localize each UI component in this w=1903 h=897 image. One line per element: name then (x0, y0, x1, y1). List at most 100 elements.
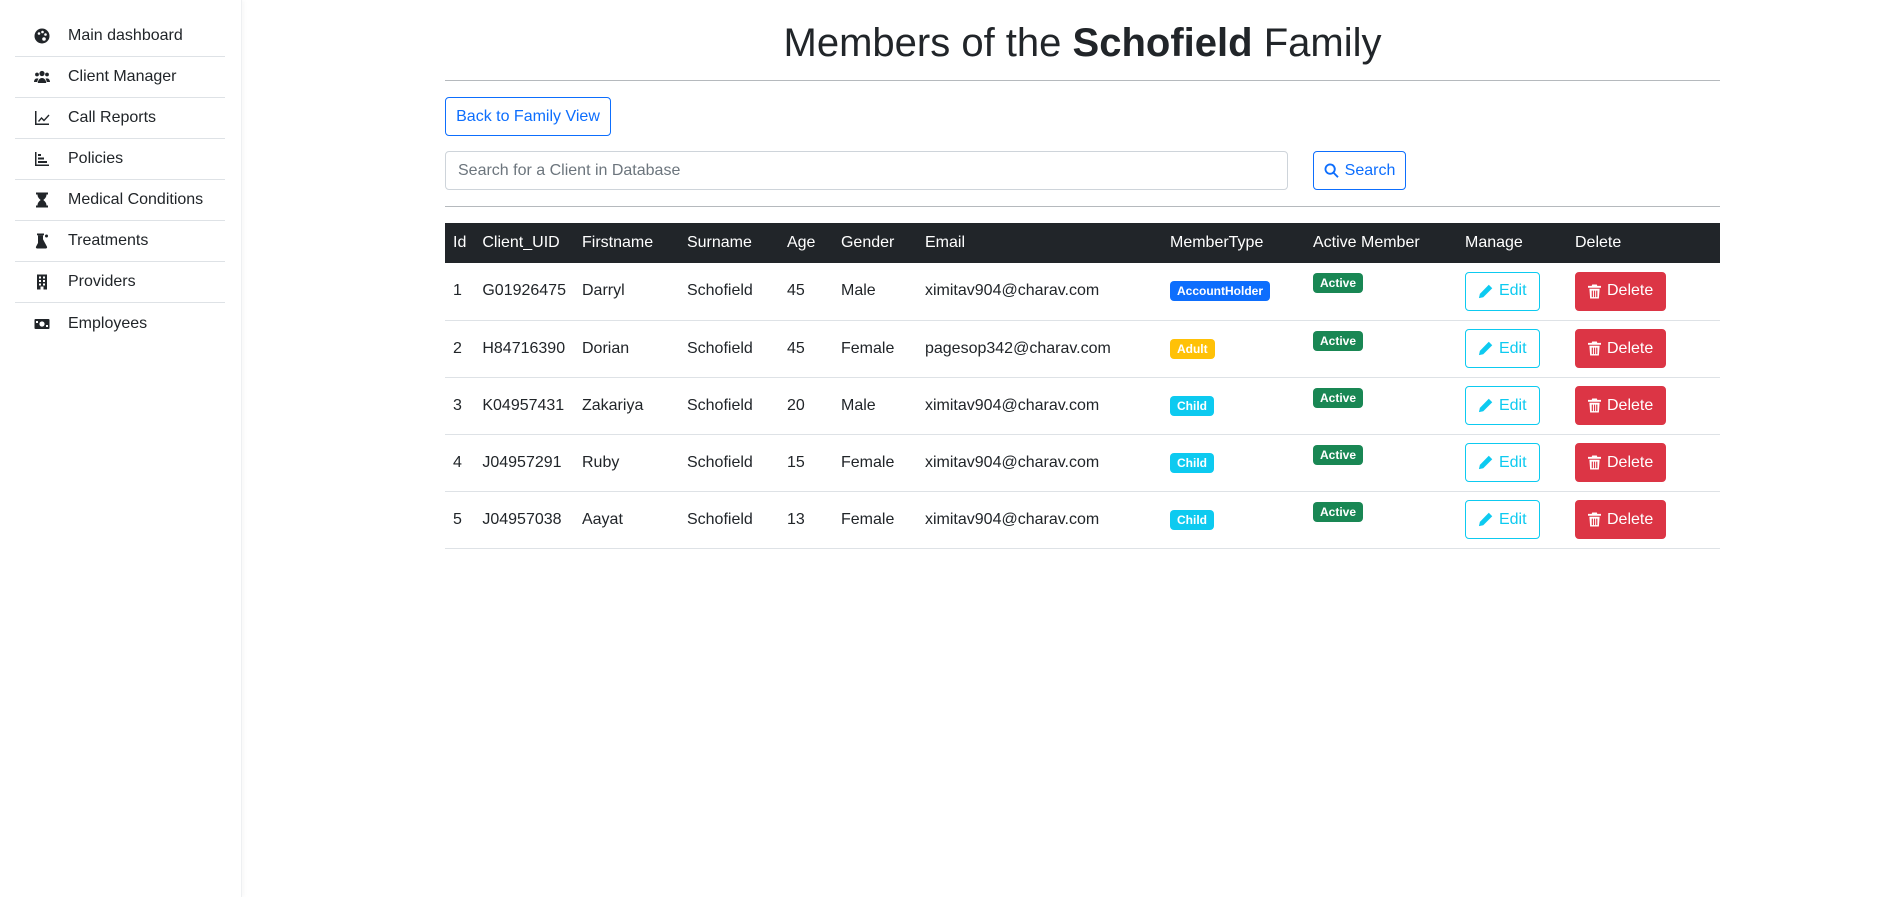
cell-email: pagesop342@charav.com (916, 320, 1162, 378)
table-row: 5 J04957038 Aayat Schofield 13 Female xi… (445, 491, 1720, 549)
users-icon (33, 68, 51, 86)
edit-button-label: Edit (1498, 510, 1527, 528)
table-row: 4 J04957291 Ruby Schofield 15 Female xim… (445, 434, 1720, 492)
cell-gender: Male (832, 377, 917, 435)
sidebar-item-call-reports[interactable]: Call Reports (15, 98, 225, 139)
cell-client-uid: K04957431 (474, 377, 574, 435)
trash-icon (1587, 284, 1601, 299)
members-table: Id Client_UID Firstname Surname Age Gend… (445, 223, 1720, 549)
table-row: 3 K04957431 Zakariya Schofield 20 Male x… (445, 377, 1720, 435)
edit-button[interactable]: Edit (1464, 500, 1540, 539)
edit-button[interactable]: Edit (1464, 386, 1540, 425)
page-title: Members of the Schofield Family (445, 20, 1720, 66)
sidebar: Main dashboard Client Manager Call Repor… (0, 0, 242, 897)
trash-icon (1587, 398, 1601, 413)
sidebar-item-label: Policies (68, 150, 124, 167)
delete-button[interactable]: Delete (1574, 386, 1667, 425)
cell-age: 45 (778, 320, 833, 378)
cell-client-uid: H84716390 (474, 320, 574, 378)
member-type-badge: Child (1169, 395, 1214, 416)
cell-email: ximitav904@charav.com (916, 263, 1162, 321)
cell-gender: Female (832, 491, 917, 549)
delete-button-label: Delete (1606, 339, 1654, 357)
column-header-active-member: Active Member (1312, 234, 1420, 251)
delete-button[interactable]: Delete (1574, 329, 1667, 368)
sidebar-item-treatments[interactable]: Treatments (15, 221, 225, 262)
trash-icon (1587, 512, 1601, 527)
sidebar-item-employees[interactable]: Employees (15, 303, 225, 344)
column-header-delete: Delete (1574, 234, 1622, 251)
cell-manage: Edit (1456, 491, 1567, 549)
sidebar-item-providers[interactable]: Providers (15, 262, 225, 303)
delete-button-label: Delete (1606, 510, 1654, 528)
delete-button-label: Delete (1606, 396, 1654, 414)
cell-id: 1 (445, 263, 475, 321)
flask-icon (33, 232, 51, 250)
cell-delete: Delete (1566, 320, 1720, 378)
sidebar-item-medical-conditions[interactable]: Medical Conditions (15, 180, 225, 221)
pencil-icon (1478, 284, 1493, 298)
cell-firstname: Dorian (573, 320, 679, 378)
search-button[interactable]: Search (1313, 151, 1406, 190)
delete-button[interactable]: Delete (1574, 500, 1667, 539)
sidebar-item-client-manager[interactable]: Client Manager (15, 57, 225, 98)
cell-firstname: Zakariya (573, 377, 679, 435)
edit-button-label: Edit (1498, 282, 1527, 300)
cell-member-type: Adult (1161, 320, 1305, 378)
divider (445, 80, 1720, 81)
search-icon (1324, 163, 1339, 178)
cell-active-member: Active (1304, 263, 1457, 321)
member-type-badge: AccountHolder (1169, 281, 1270, 302)
cell-id: 4 (445, 434, 475, 492)
sidebar-item-main-dashboard[interactable]: Main dashboard (15, 16, 225, 57)
sidebar-item-label: Treatments (68, 232, 149, 249)
pencil-icon (1478, 455, 1493, 470)
column-header-id: Id (453, 234, 467, 251)
edit-button[interactable]: Edit (1464, 329, 1540, 368)
hourglass-icon (33, 191, 51, 209)
cell-manage: Edit (1456, 320, 1567, 378)
cell-delete: Delete (1566, 263, 1720, 321)
cell-email: ximitav904@charav.com (916, 434, 1162, 492)
cell-age: 20 (778, 377, 833, 435)
cell-email: ximitav904@charav.com (916, 377, 1162, 435)
active-badge: Active (1312, 330, 1364, 351)
pencil-icon (1478, 398, 1493, 413)
cell-client-uid: J04957291 (474, 434, 574, 492)
sidebar-item-label: Main dashboard (68, 27, 183, 44)
cell-delete: Delete (1566, 377, 1720, 435)
column-header-surname: Surname (686, 234, 752, 251)
money-bill-icon (33, 315, 51, 333)
column-header-manage: Manage (1464, 234, 1523, 251)
cell-surname: Schofield (678, 320, 779, 378)
cell-member-type: AccountHolder (1161, 263, 1305, 321)
cell-firstname: Ruby (573, 434, 679, 492)
sidebar-item-policies[interactable]: Policies (15, 139, 225, 180)
edit-button[interactable]: Edit (1464, 271, 1540, 311)
cell-email: ximitav904@charav.com (916, 491, 1162, 549)
cell-firstname: Darryl (573, 263, 679, 321)
palette-icon (33, 27, 51, 45)
member-type-badge: Adult (1169, 338, 1215, 359)
cell-member-type: Child (1161, 491, 1305, 549)
bar-chart-icon (33, 150, 51, 168)
cell-id: 2 (445, 320, 475, 378)
cell-id: 3 (445, 377, 475, 435)
cell-active-member: Active (1304, 434, 1457, 492)
back-to-family-view-button[interactable]: Back to Family View (445, 97, 611, 136)
delete-button[interactable]: Delete (1574, 271, 1667, 311)
divider (445, 206, 1720, 207)
pencil-icon (1478, 512, 1493, 527)
table-header: Id Client_UID Firstname Surname Age Gend… (445, 223, 1720, 263)
sidebar-item-label: Client Manager (68, 68, 177, 85)
search-input[interactable] (445, 151, 1288, 190)
cell-age: 15 (778, 434, 833, 492)
building-icon (33, 273, 51, 291)
title-prefix: Members of the (783, 21, 1062, 65)
main-content: Members of the Schofield Family Back to … (445, 0, 1720, 549)
cell-id: 5 (445, 491, 475, 549)
column-header-email: Email (924, 234, 965, 251)
delete-button[interactable]: Delete (1574, 443, 1667, 482)
edit-button[interactable]: Edit (1464, 443, 1540, 482)
column-header-age: Age (786, 234, 816, 251)
